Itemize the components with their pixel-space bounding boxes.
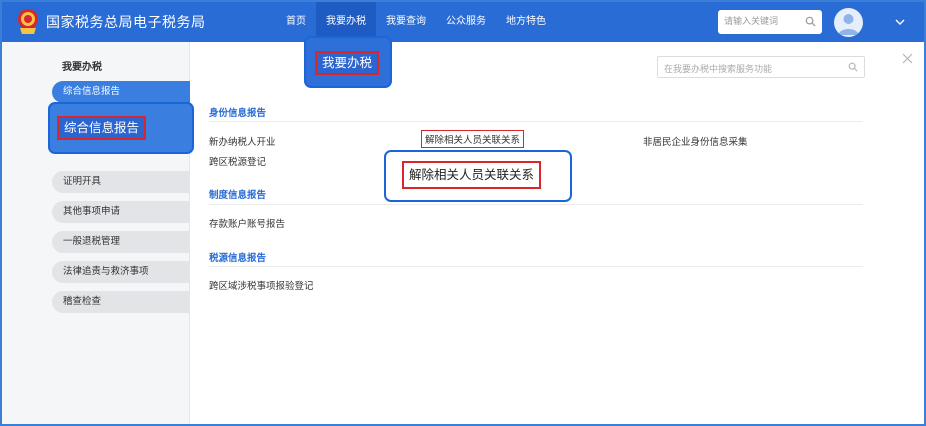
service-search xyxy=(657,56,865,80)
link-cross-area-registration[interactable]: 跨区域涉税事项报验登记 xyxy=(209,278,314,292)
sidebar-item-tax-refund[interactable]: 一般退税管理 xyxy=(52,231,190,253)
search-icon[interactable] xyxy=(848,62,858,72)
nav-public-service[interactable]: 公众服务 xyxy=(436,2,496,42)
link-deposit-account[interactable]: 存款账户账号报告 xyxy=(209,216,285,230)
section-system-report: 制度信息报告 xyxy=(209,190,267,201)
search-icon[interactable] xyxy=(805,16,816,27)
section-tax-source-report: 税源信息报告 xyxy=(209,253,267,264)
user-avatar[interactable] xyxy=(834,8,863,37)
callout-label: 解除相关人员关联关系 xyxy=(402,161,542,189)
header-search-input[interactable] xyxy=(718,10,802,34)
callout-remove-relation: 解除相关人员关联关系 xyxy=(384,150,572,202)
callout-label: 我要办税 xyxy=(315,51,380,75)
sidebar-title: 我要办税 xyxy=(62,62,102,73)
sidebar-item-inspection[interactable]: 稽查检查 xyxy=(52,291,190,313)
close-icon[interactable] xyxy=(902,53,913,64)
nav-local-features[interactable]: 地方特色 xyxy=(496,2,556,42)
callout-nav-tax-handling: 我要办税 xyxy=(304,36,392,88)
callout-sidebar-report: 综合信息报告 xyxy=(48,102,194,154)
service-search-input[interactable] xyxy=(658,60,838,80)
site-title: 国家税务总局电子税务局 xyxy=(46,15,206,31)
sidebar-item-certificate[interactable]: 证明开具 xyxy=(52,171,190,193)
section-identity-report: 身份信息报告 xyxy=(209,108,267,119)
user-icon xyxy=(838,14,859,35)
link-nonresident-info[interactable]: 非居民企业身份信息采集 xyxy=(643,134,748,148)
link-new-taxpayer[interactable]: 新办纳税人开业 xyxy=(209,134,276,148)
link-remove-relation[interactable]: 解除相关人员关联关系 xyxy=(421,130,525,148)
sidebar-item-legal-remedy[interactable]: 法律追责与救济事项 xyxy=(52,261,190,283)
top-header: 国家税务总局电子税务局 首页 我要办税 我要查询 公众服务 地方特色 xyxy=(2,2,924,42)
section-divider xyxy=(209,121,863,122)
header-search xyxy=(718,10,822,34)
sidebar: 我要办税 综合信息报告 证明开具 其他事项申请 一般退税管理 法律追责与救济事项… xyxy=(2,42,190,424)
section-divider xyxy=(209,204,863,205)
link-cross-region-source[interactable]: 跨区税源登记 xyxy=(209,154,266,168)
section-divider xyxy=(209,266,863,267)
chevron-down-icon[interactable] xyxy=(895,18,905,26)
sidebar-item-comprehensive-report[interactable]: 综合信息报告 xyxy=(52,81,190,103)
tax-emblem-icon xyxy=(18,9,38,34)
callout-label: 综合信息报告 xyxy=(57,116,147,140)
sidebar-item-other-applications[interactable]: 其他事项申请 xyxy=(52,201,190,223)
